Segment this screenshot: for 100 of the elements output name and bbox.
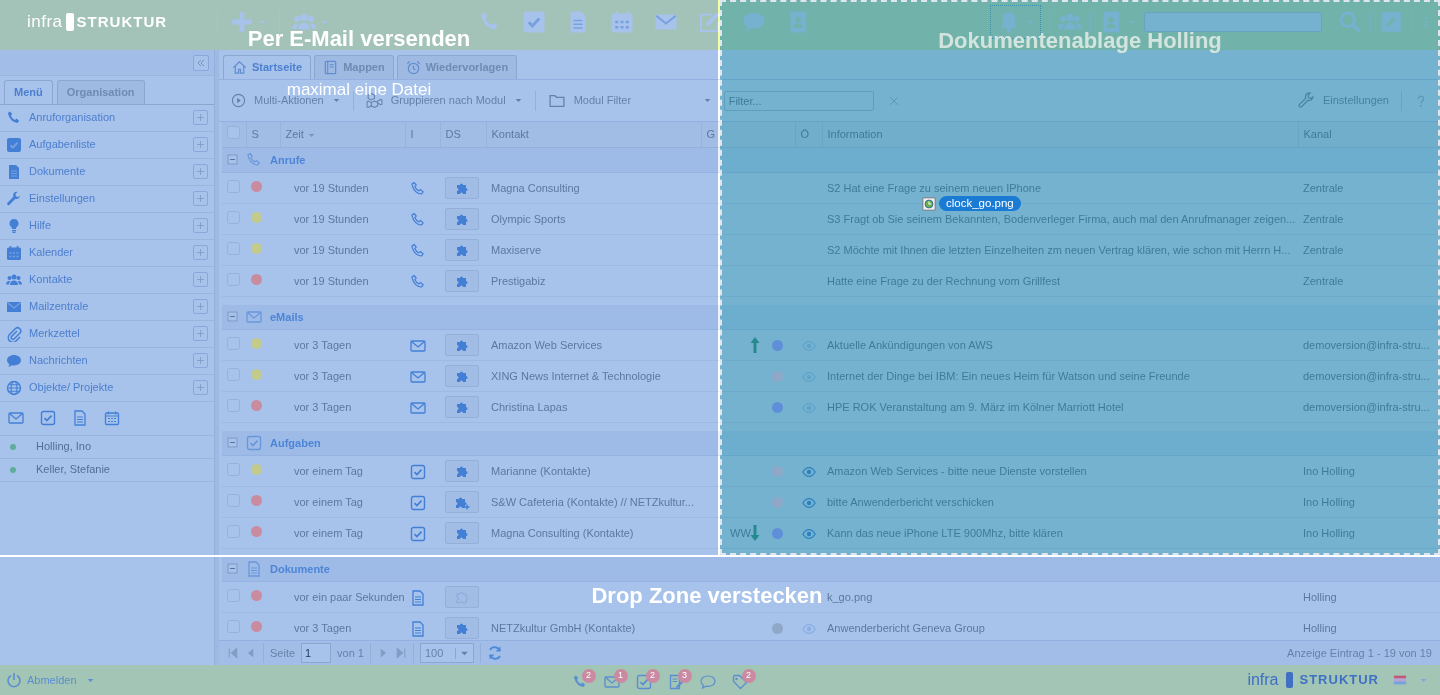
eye-icon[interactable]: [800, 526, 818, 541]
tab[interactable]: Startseite: [223, 55, 312, 79]
menu-item[interactable]: Objekte/ Projekte: [29, 379, 114, 396]
checkbox-icon[interactable]: [40, 410, 56, 426]
sidebar-tab[interactable]: Menü: [4, 80, 53, 104]
flag-icon[interactable]: [1391, 673, 1409, 687]
clear-icon[interactable]: [887, 94, 900, 107]
contact-link-button[interactable]: [445, 365, 479, 387]
paperclip-icon: [6, 325, 22, 342]
contact-link-button[interactable]: [445, 177, 479, 199]
collapse-toggle-icon[interactable]: [227, 154, 238, 166]
contact-link-button[interactable]: [445, 396, 479, 418]
add-button[interactable]: [193, 353, 208, 368]
menu-item[interactable]: Mailzentrale: [29, 298, 89, 315]
envelope-icon[interactable]: [603, 674, 620, 690]
menu-item[interactable]: Merkzettel: [29, 325, 80, 342]
contact-link-button[interactable]: [445, 586, 479, 608]
contact-link-button[interactable]: [445, 334, 479, 356]
search-icon[interactable]: [1338, 10, 1362, 34]
menu-item[interactable]: Aufgabenliste: [29, 136, 96, 153]
column-header[interactable]: Zeit: [285, 128, 304, 140]
channel-text: Holling: [1303, 590, 1337, 603]
module-filter-button[interactable]: Modul Filter: [541, 92, 718, 109]
speech-bubble-icon[interactable]: [742, 10, 766, 34]
note-icon[interactable]: [667, 674, 684, 690]
eye-icon[interactable]: [800, 495, 818, 510]
menu-item[interactable]: Nachrichten: [29, 352, 88, 369]
calendar-icon[interactable]: [104, 410, 120, 426]
contact-name[interactable]: XING News Internet & Technologie: [491, 369, 661, 382]
add-button[interactable]: [193, 164, 208, 179]
search-field[interactable]: [1144, 12, 1322, 32]
contact-name[interactable]: Amazon Web Services: [491, 338, 603, 351]
contact-link-button[interactable]: [445, 208, 479, 230]
checkbox-icon[interactable]: [635, 674, 652, 690]
add-button[interactable]: [193, 326, 208, 341]
contact-name[interactable]: Olympic Sports: [491, 212, 566, 225]
phone-icon: [410, 180, 426, 197]
document-icon: [246, 560, 262, 577]
user-name[interactable]: Keller, Stefanie: [36, 461, 110, 478]
menu-item[interactable]: Hilfe: [29, 217, 51, 234]
logo-text: STRUKTUR: [1299, 671, 1379, 690]
contact-name[interactable]: Magna Consulting (Kontakte): [491, 526, 634, 539]
contact-name[interactable]: S&W Cafeteria (Kontakte) // NETZkultur...: [491, 495, 694, 508]
add-button[interactable]: [193, 110, 208, 125]
edit-icon[interactable]: [1379, 10, 1403, 34]
add-button[interactable]: [193, 380, 208, 395]
column-header[interactable]: Kontakt: [491, 128, 529, 140]
contact-link-button[interactable]: [445, 460, 479, 482]
time-text: vor 3 Tagen: [294, 621, 352, 634]
contact-link-button[interactable]: [445, 270, 479, 292]
phone-icon[interactable]: [571, 674, 588, 690]
checkbox-icon: [410, 463, 426, 480]
eye-icon[interactable]: [800, 464, 818, 479]
column-header[interactable]: S: [251, 128, 259, 140]
contact-name[interactable]: Magna Consulting: [491, 181, 580, 194]
count-badge: 2: [741, 669, 756, 683]
menu-item[interactable]: Kalender: [29, 244, 74, 261]
checkbox-icon: [410, 525, 426, 542]
contact-link-button[interactable]: [445, 491, 479, 513]
page-size-select[interactable]: 100: [420, 643, 475, 663]
menu-item[interactable]: Anruforganisation: [29, 109, 116, 126]
contact-link-button[interactable]: [445, 617, 479, 639]
group-label: Aufgaben: [270, 435, 321, 451]
collapse-toggle-icon[interactable]: [227, 311, 238, 323]
column-header[interactable]: DS: [445, 128, 461, 140]
calendar-icon[interactable]: [610, 10, 634, 34]
house-icon: [232, 60, 247, 75]
tag-icon[interactable]: [731, 674, 748, 690]
collapse-toggle-icon[interactable]: [227, 563, 238, 575]
document-icon[interactable]: [72, 410, 88, 426]
contact-name[interactable]: NETZkultur GmbH (Kontakte): [491, 621, 636, 634]
pencil-icon[interactable]: [698, 10, 722, 34]
checkbox-icon[interactable]: [522, 10, 546, 34]
menu-item[interactable]: Kontakte: [29, 271, 73, 288]
contact-link-button[interactable]: [445, 239, 479, 261]
column-header[interactable]: G: [706, 128, 716, 140]
time-text: vor 19 Stunden: [294, 243, 369, 256]
page-field[interactable]: 1: [301, 643, 332, 663]
collapse-toggle-icon[interactable]: [227, 437, 238, 449]
add-button[interactable]: [193, 191, 208, 206]
speech-bubble-icon[interactable]: [699, 674, 716, 690]
add-button[interactable]: [193, 272, 208, 287]
last-page-icon[interactable]: [395, 647, 407, 659]
contact-name[interactable]: Christina Lapas: [491, 400, 568, 413]
first-page-icon[interactable]: [227, 647, 239, 659]
contact-name[interactable]: Marianne (Kontakte): [491, 464, 591, 477]
menu-item[interactable]: Dokumente: [29, 163, 86, 180]
contact-link-button[interactable]: [445, 522, 479, 544]
add-button[interactable]: [193, 245, 208, 260]
add-button[interactable]: [193, 299, 208, 314]
add-button[interactable]: [193, 218, 208, 233]
refresh-icon[interactable]: [487, 645, 504, 661]
menu-item[interactable]: Einstellungen: [29, 190, 96, 207]
contact-name[interactable]: Prestigabiz: [491, 274, 546, 287]
logout-button[interactable]: Abmelden: [6, 671, 95, 689]
contact-name[interactable]: Maxiserve: [491, 243, 542, 256]
add-button[interactable]: [193, 137, 208, 152]
collapse-button[interactable]: [193, 54, 209, 71]
envelope-icon[interactable]: [8, 410, 24, 426]
user-name[interactable]: Holling, Ino: [36, 438, 92, 455]
